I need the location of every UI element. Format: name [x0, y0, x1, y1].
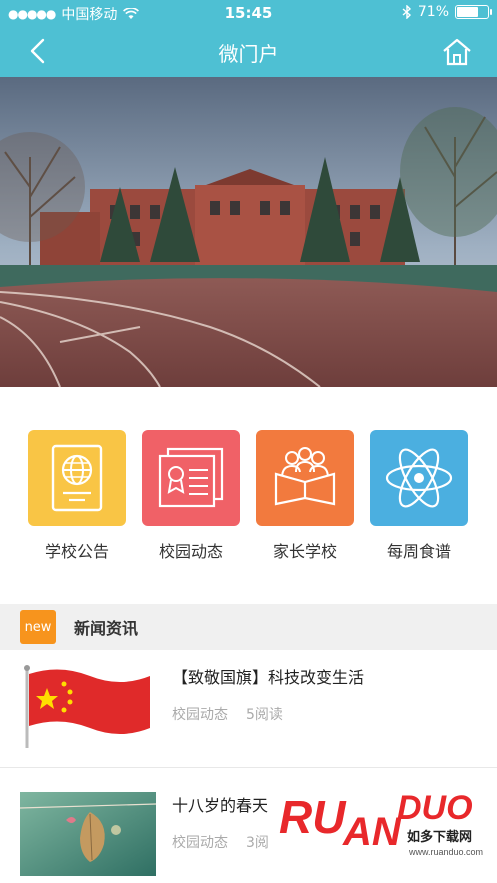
menu-label: 每周食谱: [386, 542, 451, 561]
news-meta: 校园动态 3阅: [172, 832, 269, 852]
battery-icon: [455, 5, 492, 19]
svg-text:DUO: DUO: [397, 789, 473, 827]
watermark-logo: RU AN DUO 如多下载网 www.ruanduo.com: [279, 775, 489, 867]
status-right: 71%: [402, 4, 492, 20]
news-thumbnail: [20, 792, 156, 876]
certificate-icon: [158, 447, 224, 508]
ruanduo-logo: RU AN DUO 如多下载网 www.ruanduo.com: [279, 789, 483, 857]
menu-tile[interactable]: [142, 430, 240, 526]
menu-label: 家长学校: [272, 542, 337, 561]
flag-image: [20, 664, 156, 748]
menu-item-weekly-menu[interactable]: 每周食谱: [370, 430, 468, 562]
menu-item-school-notice[interactable]: 学校公告: [28, 430, 126, 562]
menu-grid: 学校公告 校园动态 家长学校 每周食谱: [0, 430, 497, 570]
spring-image: [20, 792, 156, 876]
status-bar: ●●●●● 中国移动 15:45 71%: [0, 0, 497, 26]
section-title: 新闻资讯: [74, 619, 139, 638]
news-reads: 5阅读: [246, 707, 283, 723]
menu-item-campus-news[interactable]: 校园动态: [142, 430, 240, 562]
news-category: 校园动态: [172, 835, 228, 851]
menu-tile[interactable]: [370, 430, 468, 526]
news-title[interactable]: 【致敬国旗】科技改变生活: [172, 664, 364, 688]
menu-label: 学校公告: [44, 542, 109, 561]
svg-text:www.ruanduo.com: www.ruanduo.com: [408, 847, 483, 857]
news-category: 校园动态: [172, 707, 228, 723]
news-item[interactable]: 【致敬国旗】科技改变生活 校园动态 5阅读: [0, 652, 497, 768]
banner-image[interactable]: [0, 77, 497, 387]
news-thumbnail: [20, 664, 156, 748]
globe-passport-icon: [51, 444, 103, 512]
svg-text:如多下载网: 如多下载网: [407, 829, 472, 845]
menu-item-parent-school[interactable]: 家长学校: [256, 430, 354, 562]
menu-label: 校园动态: [158, 542, 223, 561]
new-badge: new: [20, 610, 56, 644]
battery-fill: [457, 7, 479, 17]
home-icon[interactable]: [441, 36, 473, 68]
battery-percent: 71%: [417, 4, 449, 20]
nav-bar: 微门户: [0, 26, 497, 77]
atom-icon: [385, 448, 453, 508]
news-reads: 3阅: [246, 835, 269, 851]
family-book-icon: [274, 447, 336, 506]
news-title[interactable]: 十八岁的春天: [172, 792, 268, 816]
news-section-header: new 新闻资讯: [0, 604, 497, 650]
menu-tile[interactable]: [28, 430, 126, 526]
svg-text:RU: RU: [279, 791, 347, 843]
page-title: 微门户: [218, 42, 279, 66]
news-meta: 校园动态 5阅读: [172, 704, 283, 724]
svg-text:AN: AN: [342, 810, 402, 854]
campus-photo: [0, 77, 497, 387]
menu-tile[interactable]: [256, 430, 354, 526]
bluetooth-icon: [402, 5, 411, 19]
